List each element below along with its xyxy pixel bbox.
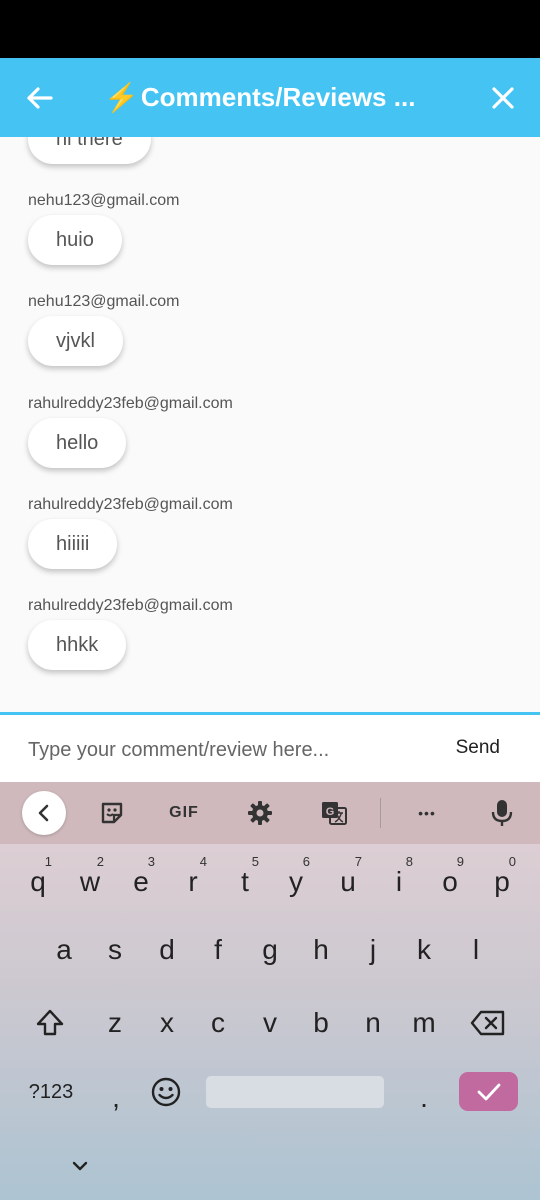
svg-text:G: G bbox=[326, 806, 335, 818]
key-c[interactable]: c bbox=[194, 995, 242, 1051]
comment-bubble: hiiiii bbox=[28, 519, 118, 569]
key-f[interactable]: f bbox=[194, 922, 242, 978]
key-hint: 5 bbox=[251, 854, 259, 869]
shift-icon[interactable] bbox=[26, 995, 74, 1051]
list-item: rahulreddy23feb@gmail.com hiiiii bbox=[28, 495, 233, 569]
key-y[interactable]: y6 bbox=[272, 854, 320, 910]
key-hint: 8 bbox=[405, 854, 413, 869]
list-item: hi there bbox=[28, 137, 151, 164]
page-title-text: Comments/Reviews ... bbox=[140, 82, 416, 112]
app-bar: ⚡ Comments/Reviews ... bbox=[0, 58, 540, 137]
key-o[interactable]: o9 bbox=[426, 854, 474, 910]
key-hint: 6 bbox=[302, 854, 310, 869]
translate-icon[interactable]: G bbox=[312, 792, 356, 834]
send-button[interactable]: Send bbox=[456, 737, 500, 759]
list-item: rahulreddy23feb@gmail.com hello bbox=[28, 394, 233, 468]
key-hint: 3 bbox=[147, 854, 155, 869]
enter-check-button[interactable] bbox=[459, 1072, 518, 1111]
key-d[interactable]: d bbox=[143, 922, 191, 978]
key-label: r bbox=[188, 866, 198, 897]
key-j[interactable]: j bbox=[349, 922, 397, 978]
comment-author: rahulreddy23feb@gmail.com bbox=[28, 395, 233, 412]
key-a[interactable]: a bbox=[40, 922, 88, 978]
key-g[interactable]: g bbox=[246, 922, 294, 978]
comment-input[interactable] bbox=[26, 727, 430, 773]
close-icon[interactable] bbox=[486, 82, 520, 114]
key-r[interactable]: r4 bbox=[169, 854, 217, 910]
comment-bubble: hhkk bbox=[28, 620, 127, 670]
key-q[interactable]: q1 bbox=[14, 854, 62, 910]
key-label: t bbox=[241, 866, 249, 897]
key-w[interactable]: w2 bbox=[66, 854, 114, 910]
gif-button[interactable]: GIF bbox=[162, 792, 206, 834]
more-options-icon[interactable]: ••• bbox=[405, 792, 449, 834]
key-label: p bbox=[494, 866, 510, 897]
arrow-left-icon[interactable] bbox=[22, 82, 56, 114]
microphone-icon[interactable] bbox=[480, 792, 524, 834]
key-period[interactable]: . bbox=[400, 1070, 448, 1126]
comment-bubble: hello bbox=[28, 418, 127, 468]
status-bar bbox=[0, 0, 540, 58]
key-hint: 7 bbox=[354, 854, 362, 869]
key-label: e bbox=[133, 866, 149, 897]
key-hint: 1 bbox=[44, 854, 52, 869]
key-l[interactable]: l bbox=[452, 922, 500, 978]
key-z[interactable]: z bbox=[91, 995, 139, 1051]
key-hint: 2 bbox=[96, 854, 104, 869]
key-label: u bbox=[340, 866, 356, 897]
key-p[interactable]: p0 bbox=[478, 854, 526, 910]
symbols-key[interactable]: ?123 bbox=[20, 1064, 82, 1120]
key-label: w bbox=[79, 866, 101, 897]
list-item: nehu123@gmail.com huio bbox=[28, 191, 179, 265]
key-m[interactable]: m bbox=[400, 995, 448, 1051]
key-x[interactable]: x bbox=[143, 995, 191, 1051]
list-item: nehu123@gmail.com vjvkl bbox=[28, 292, 179, 366]
toolbar-divider bbox=[380, 798, 381, 828]
key-hint: 4 bbox=[199, 854, 207, 869]
sticker-icon[interactable] bbox=[90, 792, 134, 834]
emoji-icon[interactable] bbox=[142, 1064, 190, 1120]
keyboard-toolbar: GIF G ••• bbox=[0, 782, 540, 844]
comment-bubble: huio bbox=[28, 215, 122, 265]
comment-composer: Send bbox=[0, 712, 540, 782]
comment-bubble: vjvkl bbox=[28, 316, 123, 366]
key-s[interactable]: s bbox=[91, 922, 139, 978]
chevron-left-icon[interactable] bbox=[22, 791, 66, 835]
space-bar[interactable] bbox=[206, 1076, 384, 1108]
comment-bubble: hi there bbox=[28, 137, 151, 164]
lightning-icon: ⚡ bbox=[104, 82, 139, 113]
key-h[interactable]: h bbox=[297, 922, 345, 978]
on-screen-keyboard: GIF G ••• q1 w2 e3 r4 t5 y6 u7 i8 o9 p0 … bbox=[0, 782, 540, 1200]
backspace-icon[interactable] bbox=[464, 995, 512, 1051]
comments-list[interactable]: hi there nehu123@gmail.com huio nehu123@… bbox=[0, 137, 540, 712]
key-b[interactable]: b bbox=[297, 995, 345, 1051]
key-v[interactable]: v bbox=[246, 995, 294, 1051]
key-n[interactable]: n bbox=[349, 995, 397, 1051]
comment-author: rahulreddy23feb@gmail.com bbox=[28, 597, 233, 614]
chevron-down-icon[interactable] bbox=[66, 1152, 94, 1180]
key-label: y bbox=[289, 866, 303, 897]
comment-author: rahulreddy23feb@gmail.com bbox=[28, 496, 233, 513]
gear-icon[interactable] bbox=[238, 792, 282, 834]
key-hint: 9 bbox=[456, 854, 464, 869]
key-label: i bbox=[395, 866, 403, 897]
key-u[interactable]: u7 bbox=[324, 854, 372, 910]
key-k[interactable]: k bbox=[400, 922, 448, 978]
key-comma[interactable]: , bbox=[92, 1070, 140, 1126]
comment-author: nehu123@gmail.com bbox=[28, 293, 180, 310]
key-label: o bbox=[442, 866, 458, 897]
key-i[interactable]: i8 bbox=[375, 854, 423, 910]
check-icon bbox=[477, 1083, 500, 1100]
key-label: q bbox=[30, 866, 46, 897]
key-t[interactable]: t5 bbox=[221, 854, 269, 910]
comment-author: nehu123@gmail.com bbox=[28, 192, 180, 209]
key-hint: 0 bbox=[508, 854, 516, 869]
page-title: ⚡ Comments/Reviews ... bbox=[104, 58, 415, 137]
list-item: rahulreddy23feb@gmail.com hhkk bbox=[28, 596, 233, 670]
key-e[interactable]: e3 bbox=[117, 854, 165, 910]
